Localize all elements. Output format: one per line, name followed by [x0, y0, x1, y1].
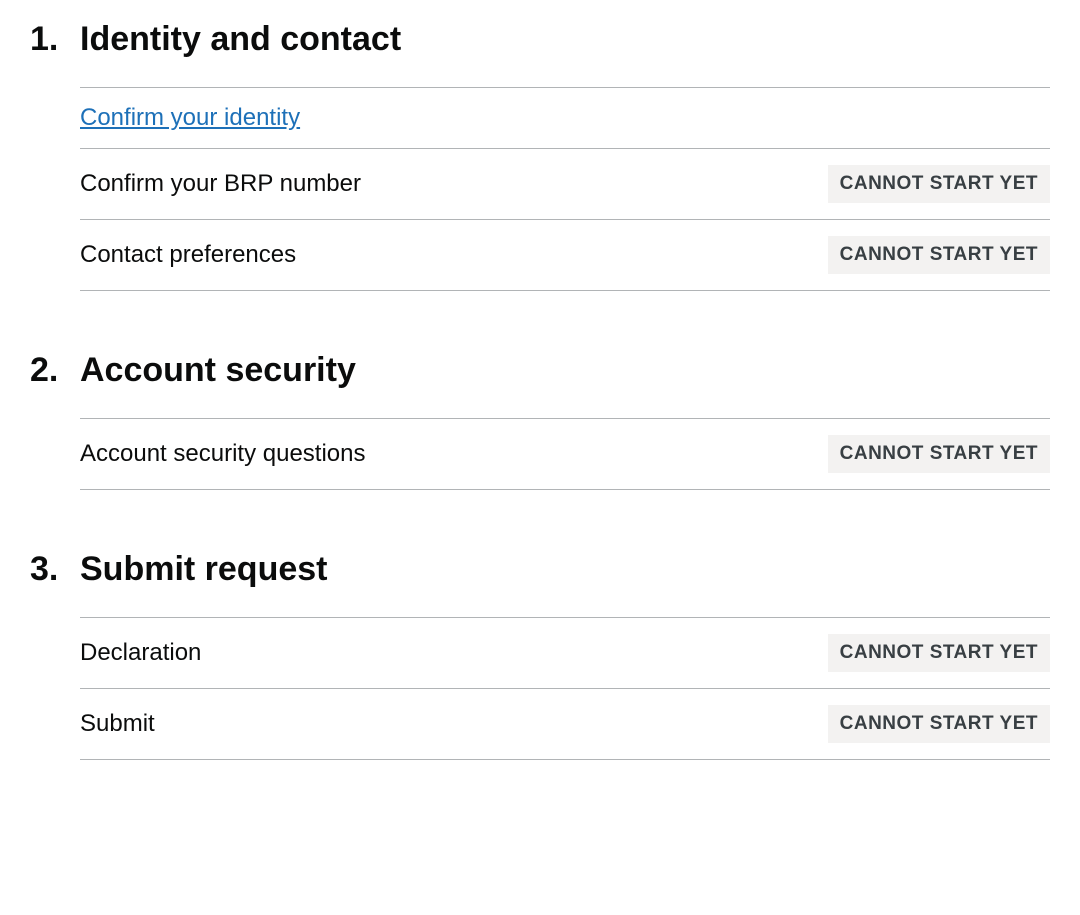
section-title: Account security [80, 351, 356, 390]
section-title: Identity and contact [80, 20, 401, 59]
task-label: Declaration [80, 639, 201, 667]
task-item-declaration: Declaration CANNOT START YET [80, 618, 1050, 689]
status-tag-cannot-start: CANNOT START YET [828, 236, 1050, 274]
task-label: Submit [80, 710, 155, 738]
task-section-submit-request: 3. Submit request Declaration CANNOT STA… [30, 550, 1050, 760]
task-list: 1. Identity and contact Confirm your ide… [30, 20, 1050, 760]
task-section-account-security: 2. Account security Account security que… [30, 351, 1050, 490]
status-tag-cannot-start: CANNOT START YET [828, 705, 1050, 743]
status-tag-cannot-start: CANNOT START YET [828, 165, 1050, 203]
task-section-identity-and-contact: 1. Identity and contact Confirm your ide… [30, 20, 1050, 291]
task-item-confirm-identity: Confirm your identity [80, 88, 1050, 149]
section-heading: 1. Identity and contact [30, 20, 1050, 59]
task-label: Account security questions [80, 440, 365, 468]
status-tag-cannot-start: CANNOT START YET [828, 634, 1050, 672]
section-number: 2. [30, 351, 80, 390]
task-label: Contact preferences [80, 241, 296, 269]
task-item-security-questions: Account security questions CANNOT START … [80, 419, 1050, 490]
section-heading: 2. Account security [30, 351, 1050, 390]
task-items: Confirm your identity Confirm your BRP n… [80, 87, 1050, 291]
task-items: Declaration CANNOT START YET Submit CANN… [80, 617, 1050, 760]
section-title: Submit request [80, 550, 327, 589]
task-item-contact-preferences: Contact preferences CANNOT START YET [80, 220, 1050, 291]
task-label: Confirm your BRP number [80, 170, 361, 198]
task-items: Account security questions CANNOT START … [80, 418, 1050, 490]
task-item-submit: Submit CANNOT START YET [80, 689, 1050, 760]
section-number: 1. [30, 20, 80, 59]
status-tag-cannot-start: CANNOT START YET [828, 435, 1050, 473]
task-link-confirm-identity[interactable]: Confirm your identity [80, 104, 300, 132]
section-heading: 3. Submit request [30, 550, 1050, 589]
section-number: 3. [30, 550, 80, 589]
task-item-confirm-brp: Confirm your BRP number CANNOT START YET [80, 149, 1050, 220]
